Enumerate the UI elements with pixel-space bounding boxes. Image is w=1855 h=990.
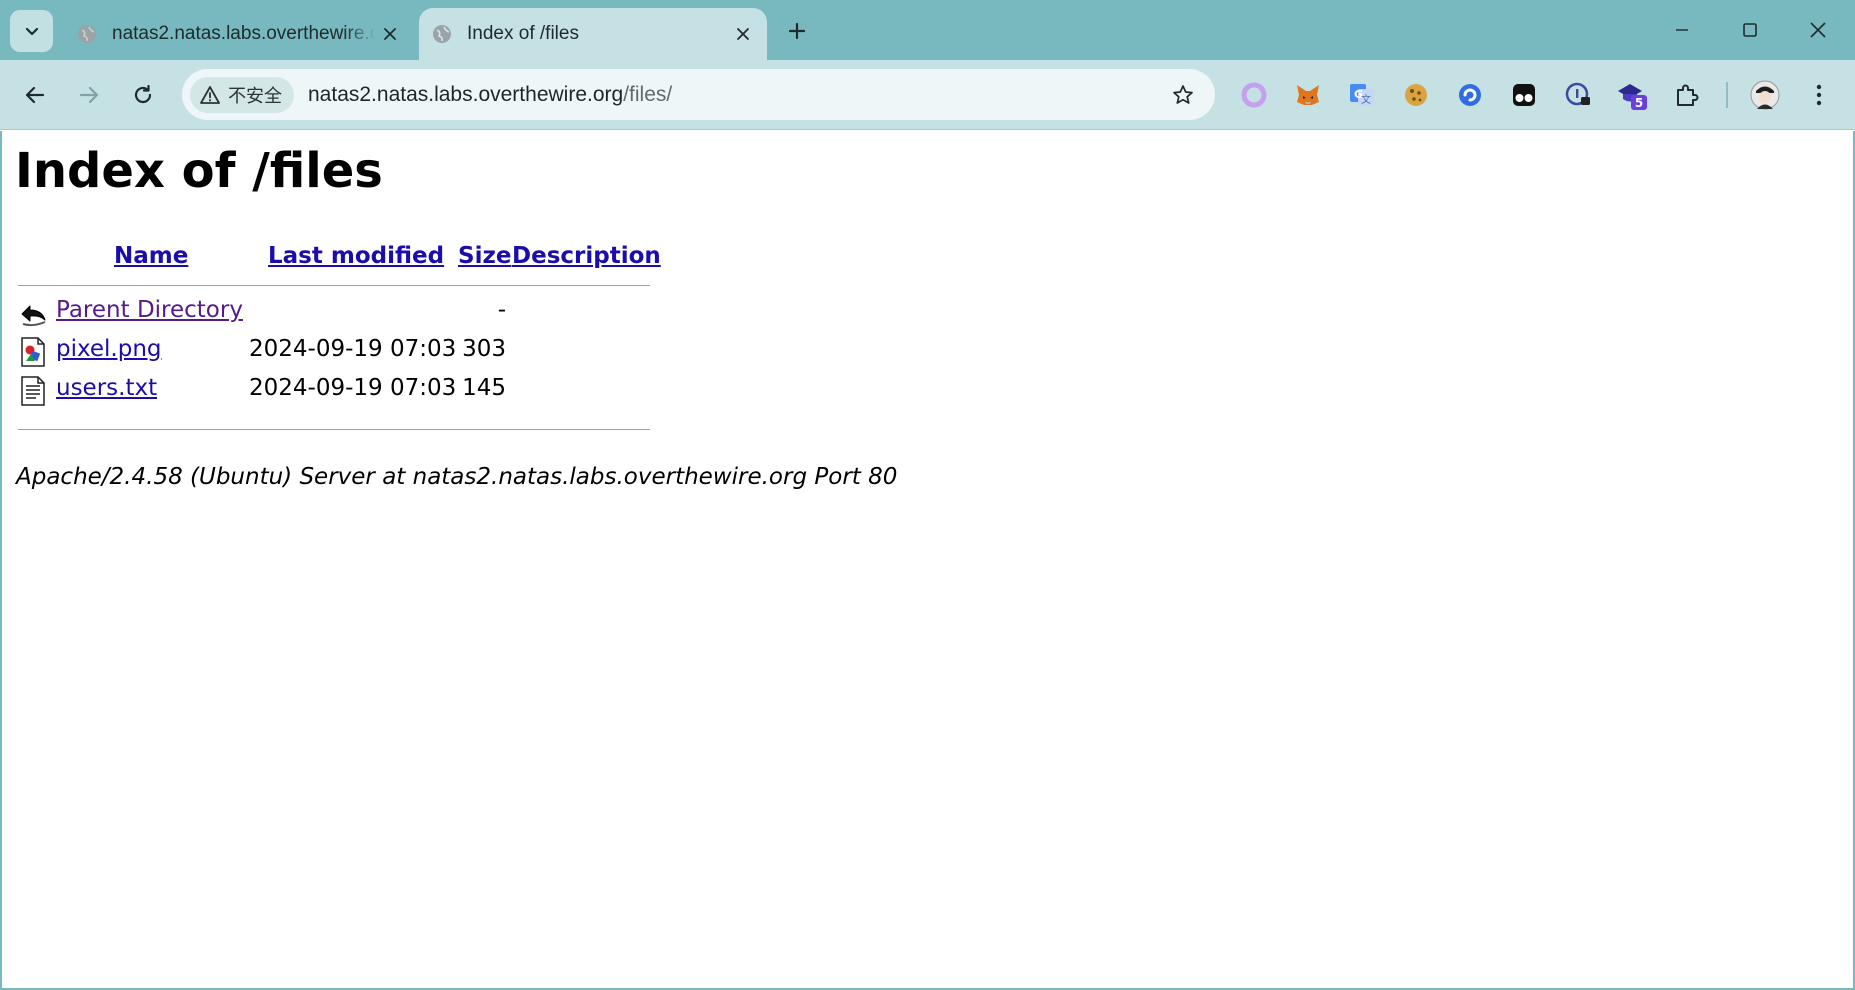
arrow-right-icon (79, 86, 99, 104)
url-text[interactable]: natas2.natas.labs.overthewire.org/files/ (308, 83, 1165, 107)
tab-title: natas2.natas.labs.overthewire.org (112, 23, 376, 44)
extension-badge-count: 5 (1635, 96, 1643, 110)
page-title: Index of /files (15, 143, 383, 199)
close-tab-icon[interactable] (729, 20, 757, 48)
minimize-icon (1676, 29, 1688, 31)
table-row: pixel.png 2024-09-19 07:03 303 (18, 336, 718, 370)
graduation-cap-extension-icon[interactable]: 5 (1615, 78, 1649, 112)
file-size: - (497, 297, 506, 323)
file-link[interactable]: users.txt (56, 375, 157, 401)
close-window-button[interactable] (1788, 8, 1848, 52)
maximize-button[interactable] (1720, 8, 1780, 52)
server-signature: Apache/2.4.58 (Ubuntu) Server at natas2.… (16, 464, 898, 490)
warning-icon (200, 85, 220, 104)
toolbar-separator (1726, 82, 1728, 108)
globe-icon (76, 23, 98, 45)
tab-search-button[interactable] (10, 10, 53, 52)
tab-index-of-files[interactable]: Index of /files (419, 8, 767, 60)
more-menu-icon[interactable] (1802, 78, 1836, 112)
ring-extension-icon[interactable] (1237, 78, 1271, 112)
text-file-icon (18, 376, 48, 406)
profile-avatar[interactable] (1748, 78, 1782, 112)
column-size-link[interactable]: Size (458, 243, 511, 269)
url-host: natas2.natas.labs.overthewire.org (308, 82, 624, 106)
parent-directory-link[interactable]: Parent Directory (56, 297, 243, 323)
extensions-puzzle-icon[interactable] (1670, 78, 1704, 112)
security-label: 不安全 (228, 85, 282, 107)
column-name-link[interactable]: Name (114, 243, 188, 269)
password-manager-icon[interactable] (1561, 78, 1595, 112)
browser-toolbar: 不安全 natas2.natas.labs.overthewire.org/fi… (0, 60, 1855, 130)
bookmark-star-icon[interactable] (1165, 77, 1201, 113)
blue-swirl-extension-icon[interactable] (1453, 78, 1487, 112)
page-content: Index of /files Name Last modified Size … (0, 131, 1855, 990)
divider (18, 285, 650, 286)
google-translate-icon[interactable]: G文 (1345, 78, 1379, 112)
reload-button[interactable] (122, 74, 164, 116)
address-bar[interactable]: 不安全 natas2.natas.labs.overthewire.org/fi… (182, 69, 1215, 120)
globe-icon (431, 23, 453, 45)
file-date: 2024-09-19 07:03 (249, 375, 457, 401)
tab-title: Index of /files (467, 23, 579, 44)
table-row: users.txt 2024-09-19 07:03 145 (18, 375, 718, 409)
metamask-fox-icon[interactable] (1291, 78, 1325, 112)
plus-icon (788, 22, 806, 40)
chevron-down-icon (25, 27, 38, 36)
file-link[interactable]: pixel.png (56, 336, 162, 362)
forward-button[interactable] (68, 74, 110, 116)
cookie-icon[interactable] (1399, 78, 1433, 112)
tab-natas2[interactable]: natas2.natas.labs.overthewire.org (64, 8, 414, 60)
tab-strip: natas2.natas.labs.overthewire.org Index … (0, 0, 1855, 60)
arrow-left-icon (25, 86, 45, 104)
close-tab-icon[interactable] (376, 20, 404, 48)
minimize-button[interactable] (1652, 8, 1712, 52)
file-date: 2024-09-19 07:03 (249, 336, 457, 362)
back-button[interactable] (14, 74, 56, 116)
column-description-link[interactable]: Description (512, 243, 661, 269)
maximize-icon (1743, 23, 1757, 37)
table-row: Parent Directory - (18, 297, 718, 331)
divider (18, 429, 650, 430)
column-last-modified-link[interactable]: Last modified (268, 243, 444, 269)
image-file-icon (18, 337, 48, 367)
file-size: 145 (462, 375, 506, 401)
close-icon (1810, 22, 1826, 38)
new-tab-button[interactable] (780, 14, 814, 48)
svg-text:文: 文 (1361, 93, 1371, 106)
security-chip[interactable]: 不安全 (190, 76, 294, 113)
reload-icon (134, 84, 152, 104)
back-arrow-icon (18, 298, 48, 328)
tampermonkey-icon[interactable] (1507, 78, 1541, 112)
url-path: /files/ (623, 82, 673, 106)
file-size: 303 (462, 336, 506, 362)
